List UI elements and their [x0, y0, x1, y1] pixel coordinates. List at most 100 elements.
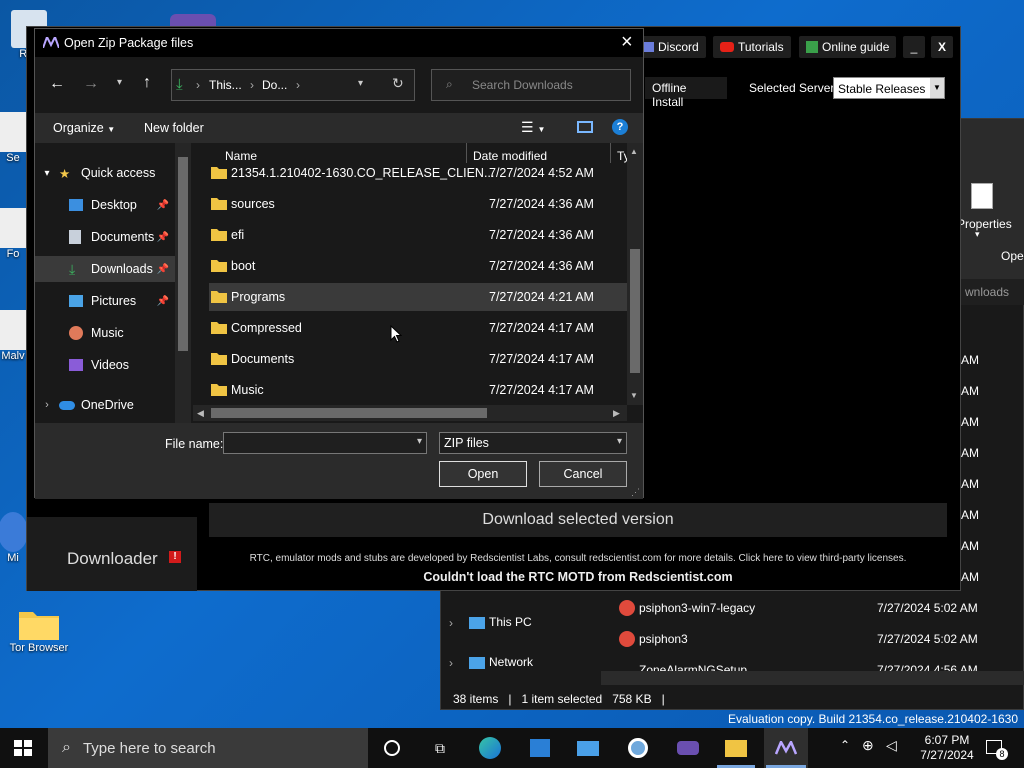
- network-icon: [469, 657, 485, 669]
- column-headers: Name Date modified Ty: [193, 143, 630, 163]
- properties-icon: [971, 183, 993, 209]
- file-row[interactable]: sources 7/27/2024 4:36 AM Fi: [209, 190, 627, 218]
- file-name[interactable]: psiphon3-win7-legacy: [639, 601, 755, 615]
- breadcrumb-downloads[interactable]: Do...: [262, 78, 287, 92]
- pin-icon: 📌: [156, 231, 169, 243]
- help-icon[interactable]: ?: [612, 119, 628, 135]
- file-row[interactable]: Documents 7/27/2024 4:17 AM Fi: [209, 345, 627, 373]
- nav-pictures[interactable]: Pictures 📌: [35, 288, 175, 314]
- close-icon[interactable]: ×: [621, 31, 633, 54]
- view-options-icon[interactable]: ☰ ▼: [521, 119, 545, 136]
- column-date-header[interactable]: Date modified: [473, 149, 547, 163]
- chevron-right-icon[interactable]: ›: [449, 616, 453, 630]
- store-icon[interactable]: [522, 734, 558, 762]
- back-arrow-icon[interactable]: ←: [49, 75, 65, 93]
- file-row[interactable]: Music 7/27/2024 4:17 AM Fi: [209, 376, 627, 404]
- horizontal-scrollbar[interactable]: [601, 671, 1024, 685]
- tor-browser-desktop-icon[interactable]: Tor Browser: [4, 606, 74, 654]
- column-name-header[interactable]: Name: [225, 149, 257, 163]
- nav-quick-access[interactable]: ▾ ★ Quick access: [35, 160, 175, 186]
- file-rows: 21354.1.210402-1630.CO_RELEASE_CLIEN... …: [193, 163, 627, 419]
- downloader-tab[interactable]: Downloader: [67, 549, 158, 569]
- breadcrumb-this-pc[interactable]: This...: [209, 78, 242, 92]
- recent-locations-chevron-icon[interactable]: ▾: [117, 77, 122, 88]
- nav-downloads[interactable]: ⤓ Downloads 📌: [35, 256, 175, 282]
- preview-pane-icon[interactable]: [577, 121, 593, 133]
- app-icon[interactable]: [670, 734, 706, 762]
- rtc-credits-text[interactable]: RTC, emulator mods and stubs are develop…: [209, 553, 947, 564]
- address-dropdown-icon[interactable]: ▾: [358, 78, 363, 89]
- horizontal-scrollbar[interactable]: ◀ ▶: [193, 405, 627, 421]
- desktop-icon: [69, 199, 83, 211]
- taskbar-search-box[interactable]: ⌕ Type here to search: [48, 728, 368, 768]
- open-button[interactable]: Ope: [1001, 249, 1024, 263]
- discord-icon: [644, 42, 654, 52]
- settings-gear-icon[interactable]: [620, 734, 656, 762]
- scrollbar-thumb[interactable]: [630, 249, 640, 373]
- file-row[interactable]: Compressed 7/27/2024 4:17 AM Fi: [209, 314, 627, 342]
- organize-button[interactable]: Organize ▼: [53, 121, 115, 135]
- cancel-button[interactable]: Cancel: [539, 461, 627, 487]
- download-selected-version-button[interactable]: Download selected version: [209, 503, 947, 537]
- dialog-title: Open Zip Package files: [64, 36, 194, 50]
- nav-videos[interactable]: Videos: [35, 352, 175, 378]
- globe-icon[interactable]: ⊕: [862, 737, 874, 754]
- offline-install-button[interactable]: Offline Install: [645, 77, 727, 109]
- music-icon: [69, 326, 83, 340]
- scroll-down-icon[interactable]: ▼: [630, 391, 638, 400]
- nav-network[interactable]: Network: [489, 655, 533, 669]
- nav-scrollbar[interactable]: [175, 143, 191, 423]
- file-row[interactable]: boot 7/27/2024 4:36 AM Fi: [209, 252, 627, 280]
- address-box[interactable]: ⤓ › This... › Do... › ▾ ↻: [171, 69, 415, 101]
- scrollbar-thumb[interactable]: [211, 408, 487, 418]
- file-name[interactable]: psiphon3: [639, 632, 688, 646]
- file-date: 7/27/2024 5:02 AM: [877, 632, 978, 646]
- nav-desktop[interactable]: Desktop 📌: [35, 192, 175, 218]
- forward-arrow-icon[interactable]: →: [83, 75, 99, 93]
- task-view-icon[interactable]: ⧉: [422, 734, 458, 762]
- online-guide-button[interactable]: Online guide: [799, 36, 897, 58]
- file-date: 7/27/2024 4:52 AM: [489, 166, 594, 180]
- edge-icon[interactable]: [472, 734, 508, 762]
- resize-grip-icon[interactable]: ⋰: [631, 487, 640, 498]
- mail-icon[interactable]: [570, 734, 606, 762]
- clock[interactable]: 6:07 PM 7/27/2024: [912, 733, 982, 763]
- up-arrow-icon[interactable]: ↑: [143, 74, 151, 92]
- minimize-button[interactable]: _: [903, 36, 925, 58]
- close-button[interactable]: X: [931, 36, 953, 58]
- new-folder-button[interactable]: New folder: [144, 121, 204, 135]
- file-row-hovered[interactable]: Programs 7/27/2024 4:21 AM Fi: [209, 283, 627, 311]
- nav-this-pc[interactable]: This PC: [489, 615, 532, 629]
- nav-documents[interactable]: Documents 📌: [35, 224, 175, 250]
- scroll-up-icon[interactable]: ▲: [630, 147, 638, 156]
- vertical-scrollbar[interactable]: ▲ ▼: [627, 143, 643, 405]
- scroll-left-icon[interactable]: ◀: [197, 408, 204, 419]
- nav-onedrive[interactable]: › OneDrive: [35, 392, 175, 418]
- rtc-taskbar-icon[interactable]: [764, 728, 808, 768]
- chevron-right-icon[interactable]: ›: [449, 656, 453, 670]
- file-explorer-icon[interactable]: [718, 734, 754, 762]
- discord-button[interactable]: Discord: [637, 36, 706, 58]
- nav-music[interactable]: Music: [35, 320, 175, 346]
- volume-muted-icon[interactable]: ◁: [886, 737, 897, 754]
- file-row[interactable]: 21354.1.210402-1630.CO_RELEASE_CLIEN... …: [209, 163, 627, 187]
- windows-start-icon[interactable]: [14, 740, 32, 756]
- bg-date-suffix: AM: [961, 353, 979, 367]
- file-type-filter[interactable]: ZIP files ▾: [439, 432, 627, 454]
- file-name-input[interactable]: ▾: [223, 432, 427, 454]
- server-select[interactable]: Stable Releases ▼: [833, 77, 945, 99]
- chevron-up-icon[interactable]: ⌃: [840, 738, 850, 752]
- tutorials-button[interactable]: Tutorials: [713, 36, 791, 58]
- file-name-label: File name:: [165, 437, 224, 451]
- discord-label: Discord: [658, 40, 699, 54]
- properties-button[interactable]: Properties: [957, 217, 1012, 231]
- scrollbar-thumb[interactable]: [178, 157, 188, 351]
- scroll-right-icon[interactable]: ▶: [613, 408, 620, 419]
- file-row[interactable]: efi 7/27/2024 4:36 AM Fi: [209, 221, 627, 249]
- search-input[interactable]: ⌕ Search Downloads: [431, 69, 631, 101]
- refresh-icon[interactable]: ↻: [392, 75, 404, 92]
- open-button[interactable]: Open: [439, 461, 527, 487]
- cortana-icon[interactable]: [374, 734, 410, 762]
- breadcrumb-separator: ›: [196, 78, 200, 92]
- search-input[interactable]: wnloads: [961, 279, 1024, 305]
